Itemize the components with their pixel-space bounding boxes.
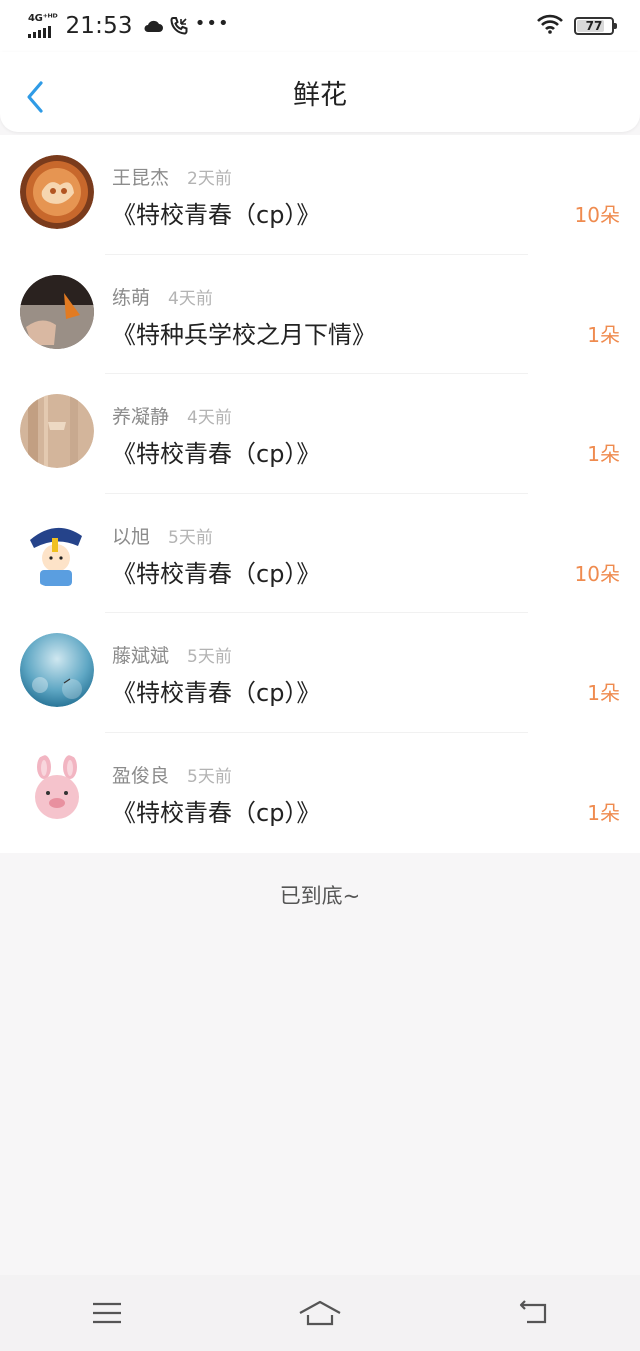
network-type: 4G⁺ᴴᴰ <box>28 13 58 24</box>
menu-button[interactable] <box>77 1288 137 1338</box>
status-right: 77 <box>536 14 617 38</box>
back-button[interactable] <box>18 74 52 120</box>
flower-count: 10朵 <box>574 203 620 227</box>
user-name: 王昆杰 <box>112 167 170 189</box>
time-ago: 4天前 <box>168 288 213 309</box>
list-item[interactable]: 练萌 4天前 《特种兵学校之月下情》 1朵 <box>0 255 640 375</box>
time-ago: 5天前 <box>168 527 213 548</box>
user-name: 养凝静 <box>112 406 170 429</box>
more-dots-icon: ••• <box>194 12 230 34</box>
time-ago: 2天前 <box>187 169 232 189</box>
flower-count: 10朵 <box>574 561 620 586</box>
chevron-left-icon <box>27 81 43 113</box>
item-meta: 练萌 4天前 <box>112 283 213 310</box>
status-time: 21:53 <box>65 13 133 39</box>
cloud-icon <box>143 19 163 33</box>
user-name: 练萌 <box>112 286 151 309</box>
avatar <box>20 513 94 588</box>
network-indicator: 4G⁺ᴴᴰ <box>28 13 58 38</box>
flower-list: 王昆杰 2天前 《特校青春（cp）》 10朵 练萌 4天前 《特种兵学校之月下情… <box>0 135 640 853</box>
list-item[interactable]: 盈俊良 5天前 《特校青春（cp）》 1朵 <box>0 733 640 853</box>
item-meta: 养凝静 4天前 <box>112 402 232 429</box>
book-title: 《特种兵学校之月下情》 <box>112 320 376 349</box>
home-icon <box>299 1300 341 1326</box>
end-of-list-text: 已到底~ <box>279 884 361 908</box>
avatar <box>20 155 94 229</box>
item-meta: 盈俊良 5天前 <box>112 761 232 788</box>
flower-count: 1朵 <box>587 681 620 706</box>
list-item[interactable]: 藤斌斌 5天前 《特校青春（cp）》 1朵 <box>0 613 640 733</box>
navigation-bar <box>0 1275 640 1351</box>
home-button[interactable] <box>290 1288 350 1338</box>
time-ago: 4天前 <box>187 408 232 429</box>
user-name: 以旭 <box>112 525 151 548</box>
user-name: 藤斌斌 <box>112 645 170 668</box>
avatar <box>20 394 94 469</box>
battery-level: 77 <box>585 19 603 33</box>
book-title: 《特校青春（cp）》 <box>112 679 321 708</box>
header: 鲜花 <box>0 52 640 132</box>
item-meta: 以旭 5天前 <box>112 522 213 549</box>
book-title: 《特校青春（cp）》 <box>112 440 321 469</box>
battery-icon: 77 <box>574 17 617 35</box>
user-name: 盈俊良 <box>112 764 170 787</box>
page-title: 鲜花 <box>293 79 347 111</box>
menu-icon <box>92 1302 121 1324</box>
avatar <box>20 633 94 708</box>
flower-count: 1朵 <box>587 322 620 347</box>
list-item[interactable]: 养凝静 4天前 《特校青春（cp）》 1朵 <box>0 374 640 494</box>
signal-icon <box>28 26 51 38</box>
back-nav-button[interactable] <box>503 1288 563 1338</box>
book-title: 《特校青春（cp）》 <box>112 798 321 827</box>
list-item[interactable]: 以旭 5天前 《特校青春（cp）》 10朵 <box>0 494 640 614</box>
status-bar: 4G⁺ᴴᴰ 21:53 ••• 77 <box>0 0 640 52</box>
time-ago: 5天前 <box>187 766 232 787</box>
screen: 4G⁺ᴴᴰ 21:53 ••• 77 鲜花 王昆杰 2天前 《特校青春（cp）》… <box>0 0 640 1351</box>
back-icon <box>520 1300 547 1324</box>
avatar <box>20 752 94 827</box>
item-meta: 藤斌斌 5天前 <box>112 641 232 668</box>
book-title: 《特校青春（cp）》 <box>112 559 321 588</box>
phone-icon <box>169 16 189 36</box>
wifi-icon <box>536 14 564 38</box>
book-title: 《特校青春（cp）》 <box>112 201 321 229</box>
time-ago: 5天前 <box>187 647 232 668</box>
flower-count: 1朵 <box>587 800 620 825</box>
item-meta: 王昆杰 2天前 <box>112 163 232 190</box>
flower-count: 1朵 <box>587 442 620 467</box>
list-item[interactable]: 王昆杰 2天前 《特校青春（cp）》 10朵 <box>0 135 640 255</box>
avatar <box>20 274 94 349</box>
